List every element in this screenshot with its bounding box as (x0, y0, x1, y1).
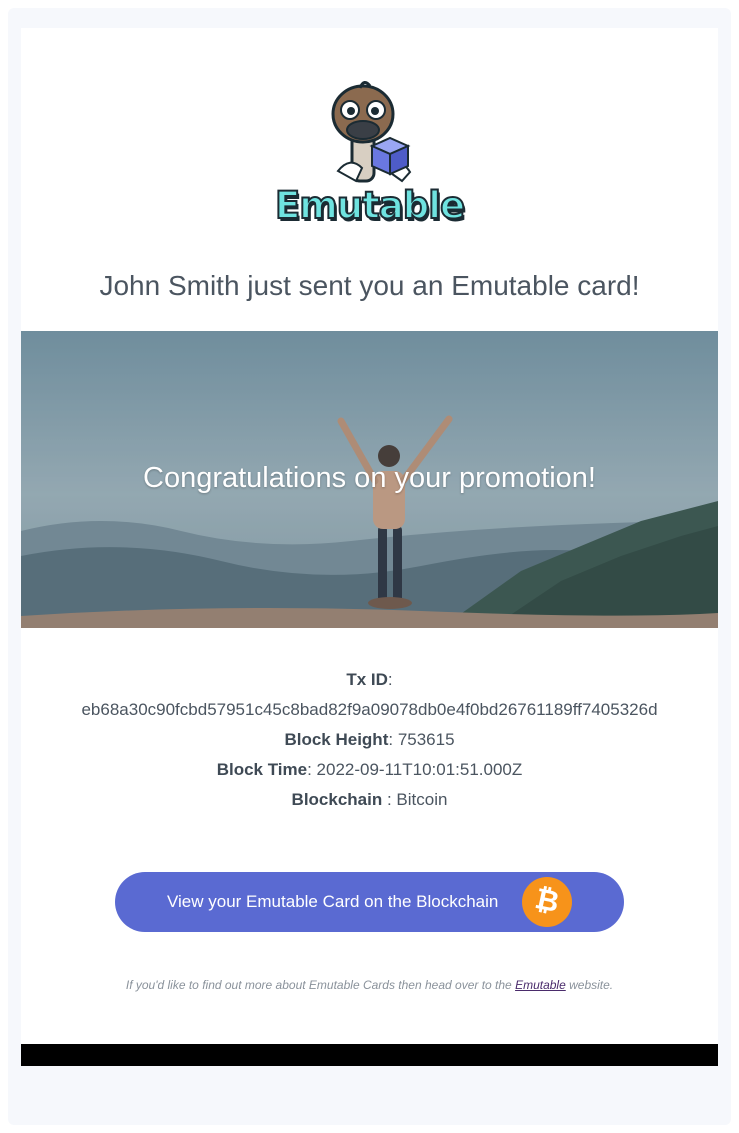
email-card: Emutable John Smith just sent you an Emu… (21, 28, 718, 1066)
emutable-logo: Emutable (21, 76, 718, 236)
bitcoin-icon: ₿ (522, 877, 572, 927)
transaction-details: Tx ID: eb68a30c90fcbd57951c45c8bad82f9a0… (21, 665, 718, 815)
footer-text-after: website. (569, 978, 614, 992)
tx-id-label: Tx ID (346, 670, 388, 689)
blockchain-row: Blockchain : Bitcoin (291, 790, 448, 809)
blockchain-label: Blockchain (291, 790, 383, 809)
block-height-value: 753615 (397, 730, 455, 749)
hero-banner: Congratulations on your promotion! (21, 331, 718, 628)
tx-id-row: Tx ID: (346, 670, 393, 689)
email-background: Emutable John Smith just sent you an Emu… (8, 8, 731, 1125)
emutable-website-link[interactable]: Emutable (515, 978, 566, 992)
footer-text-before: If you'd like to find out more about Emu… (125, 978, 512, 992)
email-headline: John Smith just sent you an Emutable car… (99, 270, 640, 301)
block-time-row: Block Time: 2022-09-11T10:01:51.000Z (216, 760, 523, 779)
view-on-blockchain-button[interactable]: View your Emutable Card on the Blockchai… (115, 872, 624, 932)
footer-bar (21, 1044, 718, 1066)
block-time-label: Block Time (216, 760, 308, 779)
logo-wordmark: Emutable (274, 183, 466, 228)
emu-mascot-icon (331, 81, 411, 183)
hero-message: Congratulations on your promotion! (143, 462, 596, 494)
block-height-label: Block Height (284, 730, 389, 749)
tx-id-value: eb68a30c90fcbd57951c45c8bad82f9a09078db0… (81, 700, 658, 719)
block-time-value: 2022-09-11T10:01:51.000Z (316, 760, 523, 779)
footer-note: If you'd like to find out more about Emu… (21, 978, 718, 992)
block-height-row: Block Height: 753615 (284, 730, 455, 749)
view-on-blockchain-label: View your Emutable Card on the Blockchai… (167, 892, 499, 911)
blockchain-value: Bitcoin (396, 790, 448, 809)
